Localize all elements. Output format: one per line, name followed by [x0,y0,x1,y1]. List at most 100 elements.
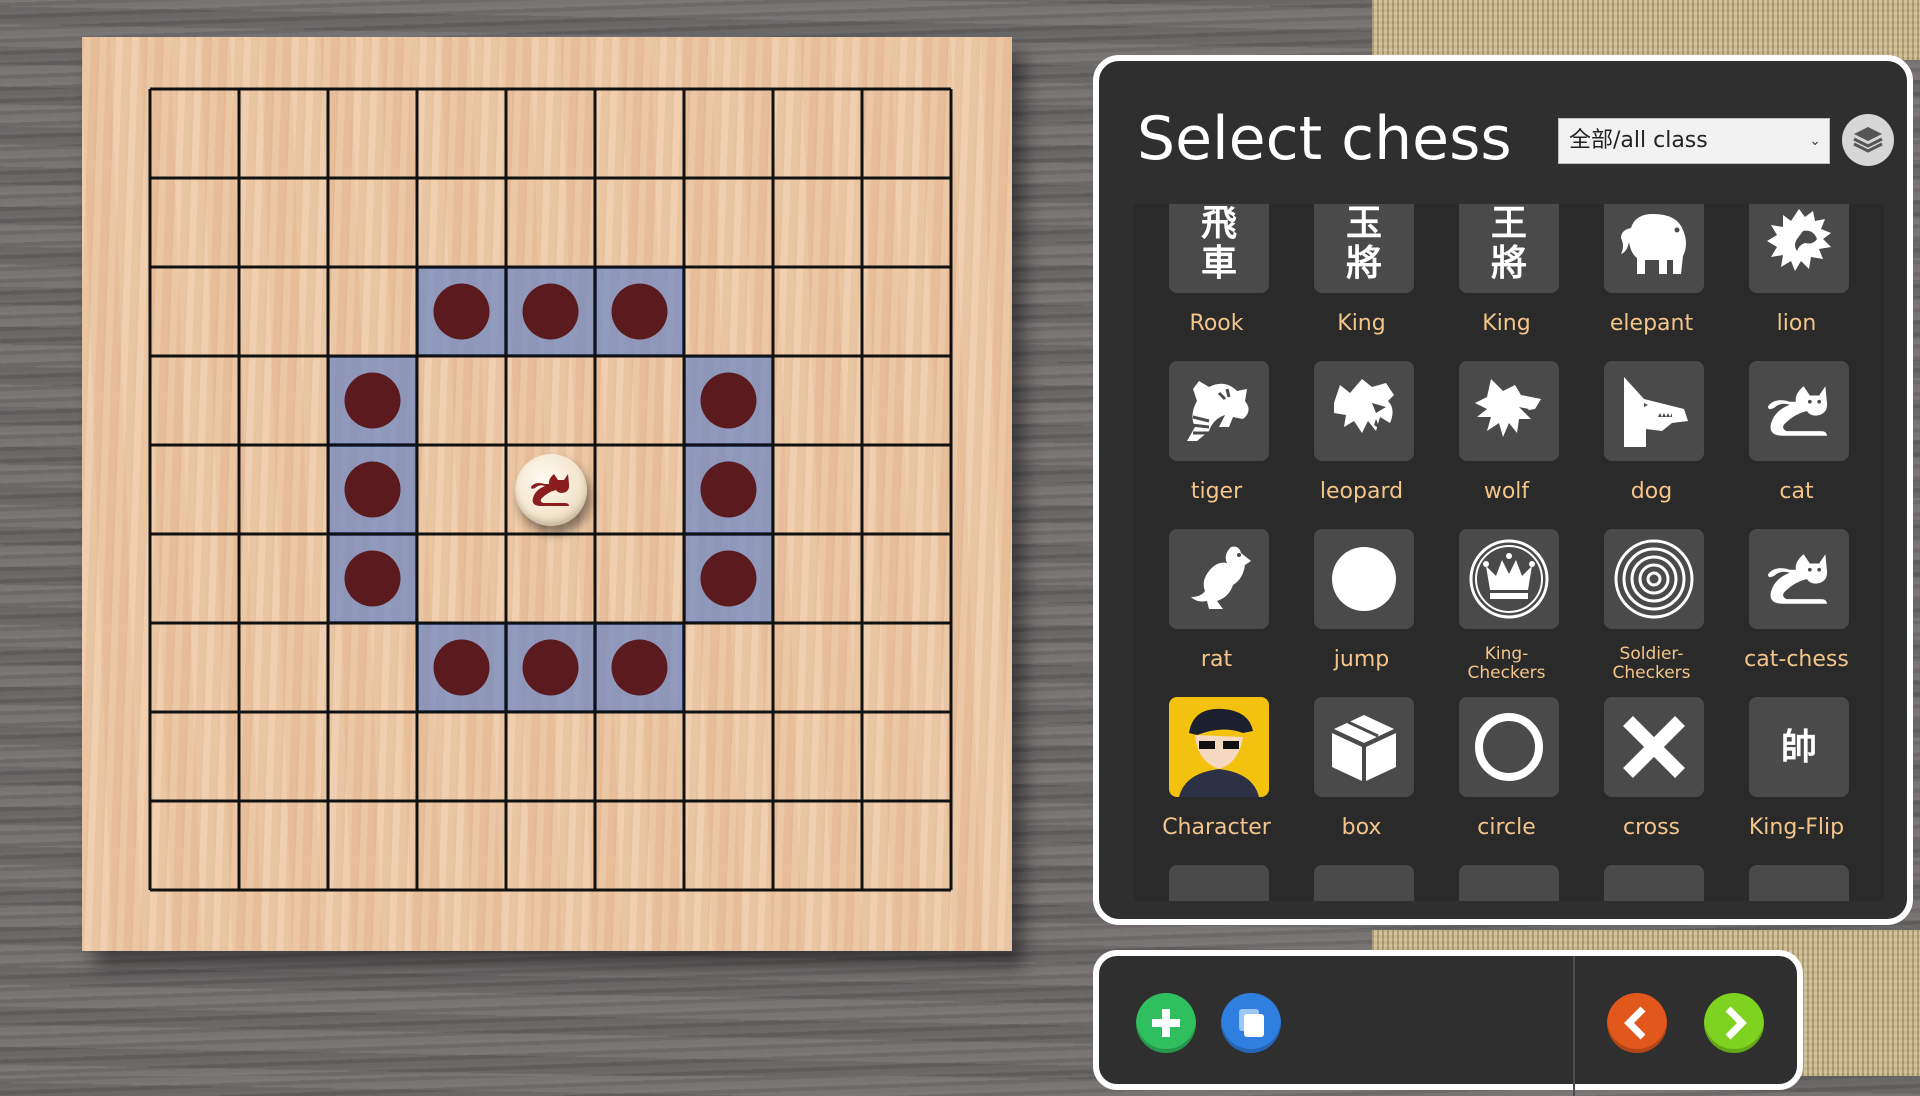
move-target-dot[interactable] [344,550,401,607]
move-target-dot[interactable] [344,461,401,518]
piece-label: circle [1477,815,1536,840]
piece-label: elepant [1609,311,1694,336]
piece-option[interactable]: 玉 將 King [1289,204,1434,361]
piece-label: Character [1162,815,1271,840]
cat-icon [1749,529,1849,629]
piece-option[interactable]: dog [1579,361,1724,529]
piece-option[interactable]: Character [1144,697,1289,865]
piece-glyph: 玉 將 [1345,204,1382,284]
piece-option[interactable] [1144,865,1289,901]
piece-list[interactable]: 飛 車 Rook 玉 將 King 王 將 King elepant lion tiger leo… [1134,204,1884,901]
piece-label: Soldier- Checkers [1612,644,1691,683]
chevron-left-icon [1624,1006,1646,1040]
ring-icon [1459,697,1559,797]
piece-option[interactable]: cross [1579,697,1724,865]
plus-icon [1152,1009,1180,1037]
move-target-dot[interactable] [700,372,757,429]
copy-button[interactable] [1221,993,1281,1053]
layers-button[interactable] [1842,114,1894,166]
piece-label: box [1341,815,1382,840]
piece-label: King-Flip [1748,815,1845,840]
kanji-rook: 飛 車 [1169,204,1269,293]
piece-option[interactable] [1434,865,1579,901]
piece-option[interactable]: 王 將 King [1434,204,1579,361]
piece-label: King [1482,311,1531,336]
piece-option[interactable] [1579,865,1724,901]
piece-label: lion [1776,311,1817,336]
next-button[interactable] [1704,993,1764,1053]
piece-label: wolf [1483,479,1530,504]
previous-button[interactable] [1607,993,1667,1053]
piece-label: King [1337,311,1386,336]
toolbar-divider [1573,956,1575,1096]
move-target-dot[interactable] [522,283,579,340]
cross-icon [1604,697,1704,797]
piece-option[interactable]: wolf [1434,361,1579,529]
move-target-dot[interactable] [433,283,490,340]
move-target-dot[interactable] [700,550,757,607]
piece-option[interactable]: box [1289,697,1434,865]
elephant-icon [1604,204,1704,293]
piece-label: rat [1200,647,1233,672]
piece-label: Rook [1189,311,1244,336]
piece-option[interactable]: circle [1434,697,1579,865]
piece-option[interactable]: jump [1289,529,1434,697]
select-chess-panel: Select chess 全部/all class ⌄ 飛 車 Rook 玉 將 Ki… [1093,55,1913,925]
piece-label: dog [1630,479,1673,504]
box-icon [1314,697,1414,797]
move-target-dot[interactable] [611,283,668,340]
kanji-king-jade: 玉 將 [1314,204,1414,293]
piece-option[interactable] [1289,865,1434,901]
piece-option[interactable]: cat [1724,361,1869,529]
selected-cat-piece[interactable] [514,453,587,526]
dog-icon [1604,361,1704,461]
tiger-icon [1169,361,1269,461]
piece-label: leopard [1319,479,1404,504]
filled-circle-icon [1314,529,1414,629]
character-portrait [1169,697,1269,797]
piece-tile-partial [1604,865,1704,901]
cat-icon [530,473,569,506]
piece-option[interactable] [1724,865,1869,901]
leopard-icon [1314,361,1414,461]
cat-icon [1749,361,1849,461]
game-board[interactable] [82,37,1012,951]
chevron-right-icon [1725,1006,1747,1040]
piece-label: cross [1622,815,1681,840]
piece-option[interactable]: lion [1724,204,1869,361]
piece-tile-partial [1459,865,1559,901]
piece-option[interactable]: King- Checkers [1434,529,1579,697]
move-target-dot[interactable] [344,372,401,429]
piece-label: cat [1779,479,1814,504]
piece-option[interactable]: tiger [1144,361,1289,529]
layers-icon [1853,127,1883,153]
piece-label: cat-chess [1744,647,1849,672]
tatami-mat-top [1372,0,1920,60]
piece-tile-partial [1169,865,1269,901]
move-target-dot[interactable] [433,639,490,696]
move-target-dot[interactable] [611,639,668,696]
piece-label: tiger [1190,479,1243,504]
crown-checker-icon [1459,529,1559,629]
piece-option[interactable]: 帥 King-Flip [1724,697,1869,865]
piece-option[interactable]: elepant [1579,204,1724,361]
add-button[interactable] [1136,993,1196,1053]
class-filter-select[interactable]: 全部/all class ⌄ [1558,118,1830,164]
piece-label: jump [1333,647,1390,672]
piece-glyph: 王 將 [1490,204,1527,284]
move-target-dot[interactable] [700,461,757,518]
piece-option[interactable]: cat-chess [1724,529,1869,697]
move-target-dot[interactable] [522,639,579,696]
copy-icon [1239,1009,1264,1037]
piece-tile-partial [1314,865,1414,901]
piece-glyph: 帥 [1780,726,1817,768]
bottom-toolbar [1093,950,1803,1096]
piece-option[interactable]: rat [1144,529,1289,697]
kanji-king-flip: 帥 [1749,697,1849,797]
piece-option[interactable]: Soldier- Checkers [1579,529,1724,697]
piece-option[interactable]: 飛 車 Rook [1144,204,1289,361]
piece-option[interactable]: leopard [1289,361,1434,529]
panel-title: Select chess [1137,104,1512,174]
lion-icon [1749,204,1849,293]
kanji-king: 王 將 [1459,204,1559,293]
